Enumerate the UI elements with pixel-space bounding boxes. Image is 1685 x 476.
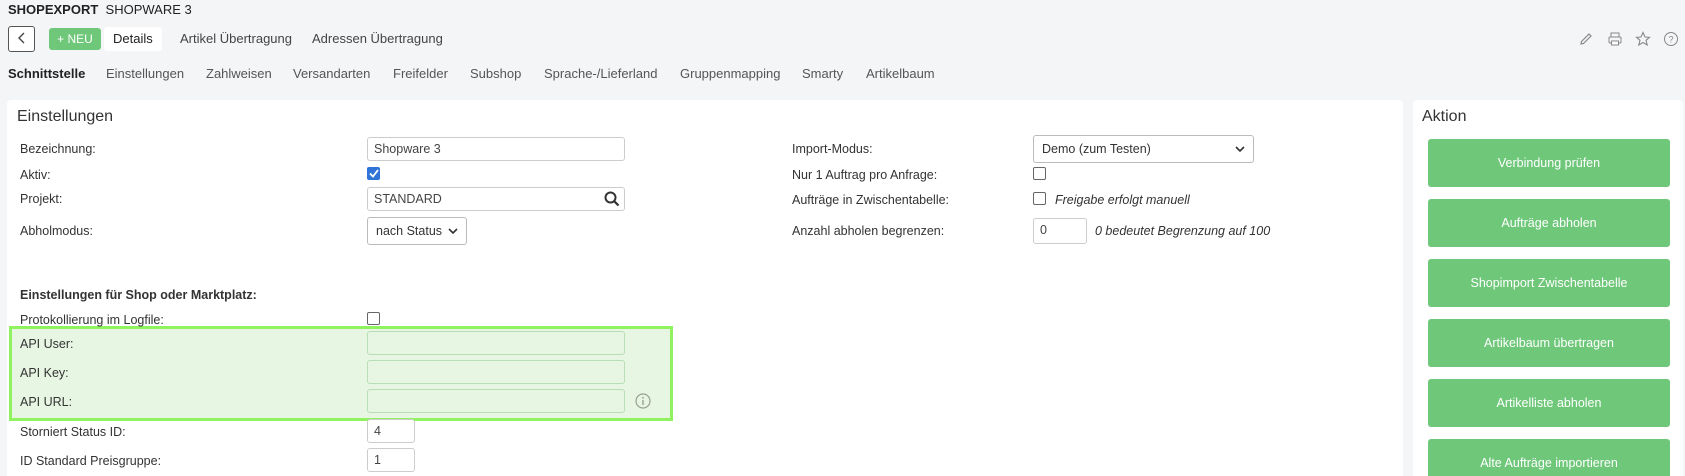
protokoll-label: Protokollierung im Logfile: xyxy=(20,313,164,327)
chevron-left-icon xyxy=(17,32,27,47)
info-icon[interactable] xyxy=(635,393,651,412)
module-name: SHOPEXPORT xyxy=(8,2,99,17)
anzahl-input[interactable]: 0 xyxy=(1033,218,1087,244)
zwischentabelle-hint: Freigabe erfolgt manuell xyxy=(1055,193,1190,207)
tab-artikel-uebertragung[interactable]: Artikel Übertragung xyxy=(171,27,301,51)
artikelliste-abholen-button[interactable]: Artikelliste abholen xyxy=(1428,379,1670,427)
bezeichnung-label: Bezeichnung: xyxy=(20,142,96,156)
abholmodus-value: nach Status xyxy=(376,224,443,238)
import-modus-label: Import-Modus: xyxy=(792,142,873,156)
subtab-zahlweisen[interactable]: Zahlweisen xyxy=(206,66,272,81)
api-key-input[interactable] xyxy=(367,360,625,384)
alte-auftraege-importieren-button[interactable]: Alte Aufträge importieren xyxy=(1428,439,1670,476)
print-icon[interactable] xyxy=(1607,31,1623,47)
api-user-label: API User: xyxy=(20,337,74,351)
subtab-schnittstelle[interactable]: Schnittstelle xyxy=(8,66,85,81)
nur1-checkbox[interactable] xyxy=(1033,167,1046,180)
verbindung-pruefen-button[interactable]: Verbindung prüfen xyxy=(1428,139,1670,187)
projekt-label: Projekt: xyxy=(20,192,63,206)
subtab-smarty[interactable]: Smarty xyxy=(802,66,843,81)
protokoll-checkbox[interactable] xyxy=(367,312,380,325)
api-user-input[interactable] xyxy=(367,331,625,355)
aktiv-label: Aktiv: xyxy=(20,168,51,182)
storniert-input[interactable]: 4 xyxy=(367,419,415,443)
subtab-gruppenmapping[interactable]: Gruppenmapping xyxy=(680,66,780,81)
search-icon[interactable] xyxy=(604,191,620,210)
projekt-value: STANDARD xyxy=(374,192,442,206)
tab-adressen-uebertragung[interactable]: Adressen Übertragung xyxy=(303,27,452,51)
zwischentabelle-checkbox[interactable] xyxy=(1033,192,1046,205)
abholmodus-select[interactable]: nach Status xyxy=(367,217,467,245)
page-title: SHOPEXPORT SHOPWARE 3 xyxy=(8,2,192,17)
zwischentabelle-label: Aufträge in Zwischentabelle: xyxy=(792,193,950,207)
subtab-sprache-lieferland[interactable]: Sprache-/Lieferland xyxy=(544,66,657,81)
anzahl-label: Anzahl abholen begrenzen: xyxy=(792,224,945,238)
api-url-input[interactable] xyxy=(367,389,625,413)
import-modus-value: Demo (zum Testen) xyxy=(1042,142,1151,156)
aktiv-checkbox[interactable] xyxy=(367,167,380,180)
shop-section-title: Einstellungen für Shop oder Marktplatz: xyxy=(20,288,257,302)
settings-title: Einstellungen xyxy=(17,108,114,125)
preisgruppe-input[interactable]: 1 xyxy=(367,448,415,472)
subtab-subshop[interactable]: Subshop xyxy=(470,66,521,81)
abholmodus-label: Abholmodus: xyxy=(20,224,93,238)
chevron-down-icon xyxy=(1235,142,1245,156)
back-button[interactable] xyxy=(8,26,35,52)
projekt-input[interactable]: STANDARD xyxy=(367,187,625,211)
edit-icon[interactable] xyxy=(1578,31,1594,47)
subtab-versandarten[interactable]: Versandarten xyxy=(293,66,370,81)
import-modus-select[interactable]: Demo (zum Testen) xyxy=(1033,135,1254,163)
shop-name: SHOPWARE 3 xyxy=(105,2,192,17)
api-key-label: API Key: xyxy=(20,366,69,380)
aktion-title: Aktion xyxy=(1422,108,1467,125)
api-url-label: API URL: xyxy=(20,395,73,409)
auftraege-abholen-button[interactable]: Aufträge abholen xyxy=(1428,199,1670,247)
star-icon[interactable] xyxy=(1635,31,1651,47)
subtab-artikelbaum[interactable]: Artikelbaum xyxy=(866,66,935,81)
new-button[interactable]: + NEU xyxy=(49,28,101,50)
help-icon[interactable]: ? xyxy=(1663,31,1679,47)
shopimport-zwischentabelle-button[interactable]: Shopimport Zwischentabelle xyxy=(1428,259,1670,307)
anzahl-hint: 0 bedeutet Begrenzung auf 100 xyxy=(1095,224,1271,238)
subtab-freifelder[interactable]: Freifelder xyxy=(393,66,448,81)
nur1-label: Nur 1 Auftrag pro Anfrage: xyxy=(792,168,938,182)
storniert-label: Storniert Status ID: xyxy=(20,425,126,439)
bezeichnung-input[interactable]: Shopware 3 xyxy=(367,137,625,161)
svg-text:?: ? xyxy=(1668,35,1673,45)
chevron-down-icon xyxy=(448,224,458,238)
preisgruppe-label: ID Standard Preisgruppe: xyxy=(20,454,162,468)
tab-details[interactable]: Details xyxy=(104,27,162,51)
subtab-einstellungen[interactable]: Einstellungen xyxy=(106,66,184,81)
artikelbaum-uebertragen-button[interactable]: Artikelbaum übertragen xyxy=(1428,319,1670,367)
